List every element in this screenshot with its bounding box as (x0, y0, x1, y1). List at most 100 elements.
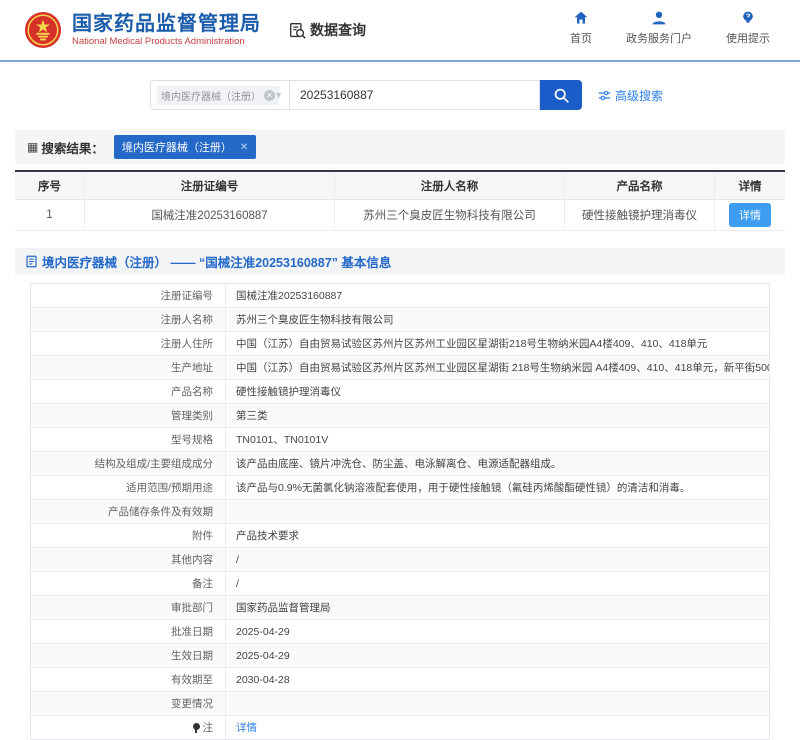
search-section: 境内医疗器械（注册） ✕ ▼ 高级搜索 (0, 62, 800, 126)
data-query-icon (289, 22, 306, 39)
detail-label: 有效期至 (31, 668, 226, 691)
detail-label: 批准日期 (31, 620, 226, 643)
nav-usage-tips-label: 使用提示 (726, 30, 770, 46)
detail-row: 适用范围/预期用途该产品与0.9%无菌氯化钠溶液配套使用，用于硬性接触镜（氟硅丙… (31, 476, 769, 500)
category-select[interactable]: 境内医疗器械（注册） ✕ ▼ (150, 80, 290, 110)
detail-value: 国械注准20253160887 (226, 284, 769, 307)
advanced-search-link[interactable]: 高级搜索 (598, 87, 663, 104)
top-bar: 国家药品监督管理局 National Medical Products Admi… (0, 0, 800, 62)
detail-value: TN0101、TN0101V (226, 428, 769, 451)
table-row: 1 国械注准20253160887 苏州三个臭皮匠生物科技有限公司 硬性接触镜护… (15, 200, 785, 231)
detail-value: 2025-04-29 (226, 644, 769, 667)
detail-label: 注册人住所 (31, 332, 226, 355)
chevron-down-icon: ▼ (274, 90, 283, 100)
detail-row: 附件产品技术要求 (31, 524, 769, 548)
detail-label: 注册人名称 (31, 308, 226, 331)
detail-value: 2025-04-29 (226, 620, 769, 643)
cell-reg-no: 国械注准20253160887 (85, 200, 335, 230)
detail-value: 产品技术要求 (226, 524, 769, 547)
detail-row: 备注/ (31, 572, 769, 596)
cell-detail: 详情 (715, 200, 785, 230)
detail-label: 型号规格 (31, 428, 226, 451)
brand-block: 国家药品监督管理局 National Medical Products Admi… (72, 13, 261, 48)
detail-row: 型号规格TN0101、TN0101V (31, 428, 769, 452)
detail-value: 中国（江苏）自由贸易试验区苏州片区苏州工业园区星湖街 218号生物纳米园 A4楼… (226, 356, 769, 379)
detail-label: 生产地址 (31, 356, 226, 379)
detail-button[interactable]: 详情 (729, 203, 771, 227)
site-title: 国家药品监督管理局 (72, 13, 261, 35)
col-reg-no: 注册证编号 (85, 172, 335, 199)
detail-value: 苏州三个臭皮匠生物科技有限公司 (226, 308, 769, 331)
detail-label: 产品储存条件及有效期 (31, 500, 226, 523)
detail-row: 审批部门国家药品监督管理局 (31, 596, 769, 620)
search-icon (553, 87, 570, 104)
detail-value (226, 692, 769, 715)
detail-row: 生产地址中国（江苏）自由贸易试验区苏州片区苏州工业园区星湖街 218号生物纳米园… (31, 356, 769, 380)
detail-label: 变更情况 (31, 692, 226, 715)
nav-home-label: 首页 (570, 30, 592, 46)
results-table: 序号 注册证编号 注册人名称 产品名称 详情 1 国械注准20253160887… (15, 170, 785, 231)
filter-tag[interactable]: 境内医疗器械（注册） ✕ (114, 135, 256, 159)
search-input[interactable] (290, 80, 540, 110)
detail-section-title-text: 境内医疗器械（注册） —— “国械注准20253160887” 基本信息 (42, 252, 391, 271)
detail-label: 审批部门 (31, 596, 226, 619)
detail-value: / (226, 548, 769, 571)
detail-table: 注册证编号国械注准20253160887注册人名称苏州三个臭皮匠生物科技有限公司… (30, 283, 770, 740)
detail-row: 管理类别第三类 (31, 404, 769, 428)
detail-label: 管理类别 (31, 404, 226, 427)
detail-value: 硬性接触镜护理消毒仪 (226, 380, 769, 403)
close-icon[interactable]: ✕ (240, 142, 248, 153)
module-label: 数据查询 (310, 20, 366, 40)
detail-value: 该产品由底座、镜片冲洗仓、防尘盖、电泳解离仓、电源适配器组成。 (226, 452, 769, 475)
detail-label: 适用范围/预期用途 (31, 476, 226, 499)
results-header-row: 序号 注册证编号 注册人名称 产品名称 详情 (15, 172, 785, 200)
search-result-label: ▦ 搜索结果： (27, 138, 104, 157)
filter-tag-label: 境内医疗器械（注册） (122, 139, 232, 155)
detail-row: 其他内容/ (31, 548, 769, 572)
detail-value: 第三类 (226, 404, 769, 427)
cell-product: 硬性接触镜护理消毒仪 (565, 200, 715, 230)
detail-row: 变更情况 (31, 692, 769, 716)
detail-row: 生效日期2025-04-29 (31, 644, 769, 668)
col-detail: 详情 (715, 172, 785, 199)
detail-label: 注册证编号 (31, 284, 226, 307)
detail-row: 注册人名称苏州三个臭皮匠生物科技有限公司 (31, 308, 769, 332)
detail-row: 注册人住所中国（江苏）自由贸易试验区苏州片区苏州工业园区星湖街218号生物纳米园… (31, 332, 769, 356)
filter-sliders-icon (598, 89, 611, 102)
search-result-strip: ▦ 搜索结果： 境内医疗器械（注册） ✕ (15, 130, 785, 164)
detail-label: 附件 (31, 524, 226, 547)
category-tag: 境内医疗器械（注册） ✕ (157, 86, 279, 105)
nmpa-logo-icon (24, 11, 62, 49)
tip-icon (740, 10, 756, 26)
detail-row: 结构及组成/主要组成成分该产品由底座、镜片冲洗仓、防尘盖、电泳解离仓、电源适配器… (31, 452, 769, 476)
home-icon (573, 10, 589, 26)
search-button[interactable] (540, 80, 582, 110)
col-product: 产品名称 (565, 172, 715, 199)
detail-value (226, 500, 769, 523)
nav-home[interactable]: 首页 (570, 10, 592, 46)
col-registrant: 注册人名称 (335, 172, 565, 199)
search-result-text: 搜索结果： (41, 138, 104, 157)
pin-icon (193, 723, 200, 733)
detail-value: 中国（江苏）自由贸易试验区苏州片区苏州工业园区星湖街218号生物纳米园A4楼40… (226, 332, 769, 355)
detail-label: 其他内容 (31, 548, 226, 571)
detail-value: 该产品与0.9%无菌氯化钠溶液配套使用，用于硬性接触镜（氟硅丙烯酸酯硬性镜）的清… (226, 476, 769, 499)
top-nav: 首页 政务服务门户 使用提示 (570, 10, 770, 46)
detail-row: 有效期至2030-04-28 (31, 668, 769, 692)
detail-label: 产品名称 (31, 380, 226, 403)
site-subtitle: National Medical Products Administration (72, 36, 261, 48)
cell-registrant: 苏州三个臭皮匠生物科技有限公司 (335, 200, 565, 230)
detail-value: 2030-04-28 (226, 668, 769, 691)
detail-value: / (226, 572, 769, 595)
detail-label: 备注 (31, 572, 226, 595)
nav-usage-tips[interactable]: 使用提示 (726, 10, 770, 46)
detail-row: 批准日期2025-04-29 (31, 620, 769, 644)
detail-section-title: 境内医疗器械（注册） —— “国械注准20253160887” 基本信息 (15, 248, 785, 275)
nav-gov-portal-label: 政务服务门户 (626, 30, 692, 46)
col-index: 序号 (15, 172, 85, 199)
grid-icon: ▦ (27, 140, 38, 154)
detail-label: 生效日期 (31, 644, 226, 667)
user-icon (651, 10, 667, 26)
nav-gov-portal[interactable]: 政务服务门户 (626, 10, 692, 46)
document-icon (25, 255, 38, 268)
